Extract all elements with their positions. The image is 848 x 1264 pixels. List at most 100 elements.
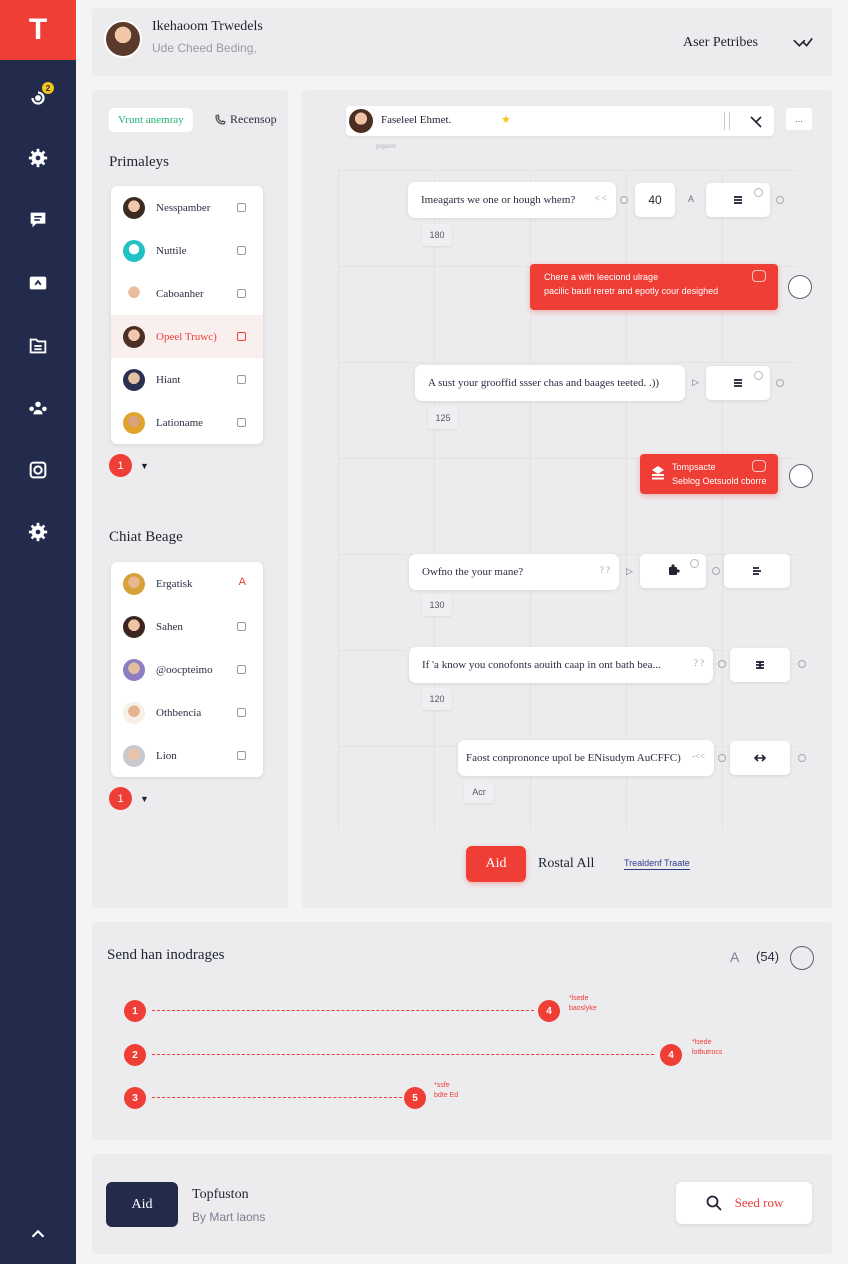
question-node[interactable]: Imeagarts we one or hough whem? < < <box>408 182 616 218</box>
list-item-checkbox[interactable] <box>237 375 246 384</box>
list-item[interactable]: Lationame <box>111 401 263 444</box>
list-item[interactable]: Nesspamber <box>111 186 263 229</box>
list-item-name: Caboanher <box>156 287 204 300</box>
list-item[interactable]: Nuttile <box>111 229 263 272</box>
connector-dot[interactable] <box>776 196 784 204</box>
footer-aid-button[interactable]: Aid <box>106 1182 178 1227</box>
chat-icon[interactable] <box>0 200 76 240</box>
list-item-checkbox[interactable] <box>237 665 246 674</box>
connector-dot[interactable] <box>620 196 628 204</box>
track-label-line2: lotbutrocs <box>692 1049 723 1056</box>
list-item[interactable]: Hiant <box>111 358 263 401</box>
question-node[interactable]: Faost conprononce upol be ENisudym AuCFF… <box>458 740 714 776</box>
aid-button[interactable]: Aid <box>466 846 526 882</box>
avatar <box>349 109 373 133</box>
pager-chat[interactable]: 1 ▼ <box>109 787 149 810</box>
avatar <box>123 196 145 219</box>
send-toggle[interactable] <box>790 946 814 970</box>
list-item[interactable]: Ergatisk A <box>111 562 263 605</box>
header-right-label[interactable]: Aser Petribes <box>683 35 758 51</box>
question-text: A sust your grooffid ssser chas and baag… <box>428 377 660 389</box>
page-number[interactable]: 1 <box>109 454 132 477</box>
recent-filter[interactable]: Recensop <box>214 112 277 127</box>
question-node[interactable]: A sust your grooffid ssser chas and baag… <box>415 365 685 401</box>
list-item-active[interactable]: Opeel Truwc) <box>111 315 263 358</box>
connector-dot[interactable] <box>776 379 784 387</box>
app-logo[interactable]: T <box>0 0 76 60</box>
list-item-checkbox[interactable] <box>237 751 246 760</box>
filter-chip[interactable]: Vrunt anemray <box>109 108 193 132</box>
question-node[interactable]: If 'a know you conofonts aouith caap in … <box>409 647 713 683</box>
info-icon[interactable] <box>690 559 699 568</box>
list-item-mark: A <box>238 576 246 588</box>
user-avatar[interactable] <box>104 20 142 58</box>
list-item[interactable]: Othbencia <box>111 691 263 734</box>
list-item-checkbox[interactable] <box>237 332 246 341</box>
bell-icon[interactable]: 2 <box>0 78 76 118</box>
value-box-number: 40 <box>648 193 662 207</box>
ticket-icon[interactable] <box>0 263 76 303</box>
gear-icon[interactable] <box>0 138 76 178</box>
list-item[interactable]: Caboanher <box>111 272 263 315</box>
list-item[interactable]: @oocpteimo <box>111 648 263 691</box>
details-link[interactable]: Trealdenf Traate <box>624 858 690 870</box>
collapse-icon[interactable] <box>748 113 764 129</box>
value-box[interactable]: 40 <box>635 183 675 217</box>
node-count: 130 <box>422 594 452 616</box>
action-box[interactable] <box>730 741 790 775</box>
info-icon[interactable] <box>754 188 763 197</box>
list-item[interactable]: Sahen <box>111 605 263 648</box>
flow-canvas: Faseleel Ehmet. ★ prganlo ... Imeagarts … <box>302 90 832 908</box>
caret-down-icon[interactable]: ▼ <box>140 461 149 471</box>
caret-down-icon[interactable]: ▼ <box>140 794 149 804</box>
connector-dot[interactable] <box>712 567 720 575</box>
list-item-checkbox[interactable] <box>237 708 246 717</box>
info-icon[interactable] <box>754 371 763 380</box>
response-node-red[interactable]: Chere a with leeciond ulrage pacilic bau… <box>530 264 778 310</box>
action-box[interactable] <box>724 554 790 588</box>
list-item-checkbox[interactable] <box>237 246 246 255</box>
action-box[interactable] <box>730 648 790 682</box>
list-item-checkbox[interactable] <box>237 418 246 427</box>
play-icon: ▷ <box>626 566 633 576</box>
list-item[interactable]: Lion <box>111 734 263 777</box>
page-number[interactable]: 1 <box>109 787 132 810</box>
connector-dot[interactable] <box>798 660 806 668</box>
team-icon[interactable] <box>0 388 76 428</box>
postal-all-button[interactable]: Rostal All <box>538 856 594 872</box>
settings-icon[interactable] <box>0 512 76 552</box>
response-node-red[interactable]: Tompsacte Seblog Oetsuold cborre <box>640 454 778 494</box>
folder-icon[interactable] <box>0 326 76 366</box>
node-count: 120 <box>422 688 452 710</box>
timeline-track[interactable]: 3 5 *ssfe bdte Ed <box>124 1082 524 1109</box>
node-handle[interactable] <box>789 464 813 488</box>
chevron-up-icon[interactable] <box>0 1214 76 1254</box>
flow-title: Faseleel Ehmet. <box>381 114 452 126</box>
connector-dot[interactable] <box>798 754 806 762</box>
node-handle[interactable] <box>788 275 812 299</box>
action-box[interactable] <box>706 366 770 400</box>
connector-dot[interactable] <box>718 754 726 762</box>
list-item-checkbox[interactable] <box>237 622 246 631</box>
question-end: -<< <box>691 751 705 761</box>
share-icon[interactable] <box>792 32 814 52</box>
more-button[interactable]: ... <box>786 108 812 130</box>
question-node[interactable]: Owfno the your mane? ? ? <box>409 554 619 590</box>
timeline-track[interactable]: 1 4 *lsede baoslyke <box>124 995 624 1022</box>
action-box[interactable] <box>706 183 770 217</box>
action-box[interactable] <box>640 554 706 588</box>
camera-icon[interactable] <box>0 450 76 490</box>
flow-title-bar[interactable]: Faseleel Ehmet. ★ prganlo <box>346 106 774 150</box>
play-icon: ▷ <box>692 377 699 387</box>
list-item-checkbox[interactable] <box>237 203 246 212</box>
track-end: 4 <box>660 1044 682 1066</box>
header-title: Ikehaoom Trwedels <box>152 19 263 34</box>
send-row-button[interactable]: Seed row <box>676 1182 812 1224</box>
dashed-line <box>152 1097 402 1098</box>
list-item-checkbox[interactable] <box>237 289 246 298</box>
pager-primary[interactable]: 1 ▼ <box>109 454 149 477</box>
timeline-track[interactable]: 2 4 *lsede lotbutrocs <box>124 1039 764 1066</box>
connector-dot[interactable] <box>718 660 726 668</box>
footer-subtitle: By Mart laons <box>192 1210 266 1224</box>
align-icon <box>753 567 761 575</box>
